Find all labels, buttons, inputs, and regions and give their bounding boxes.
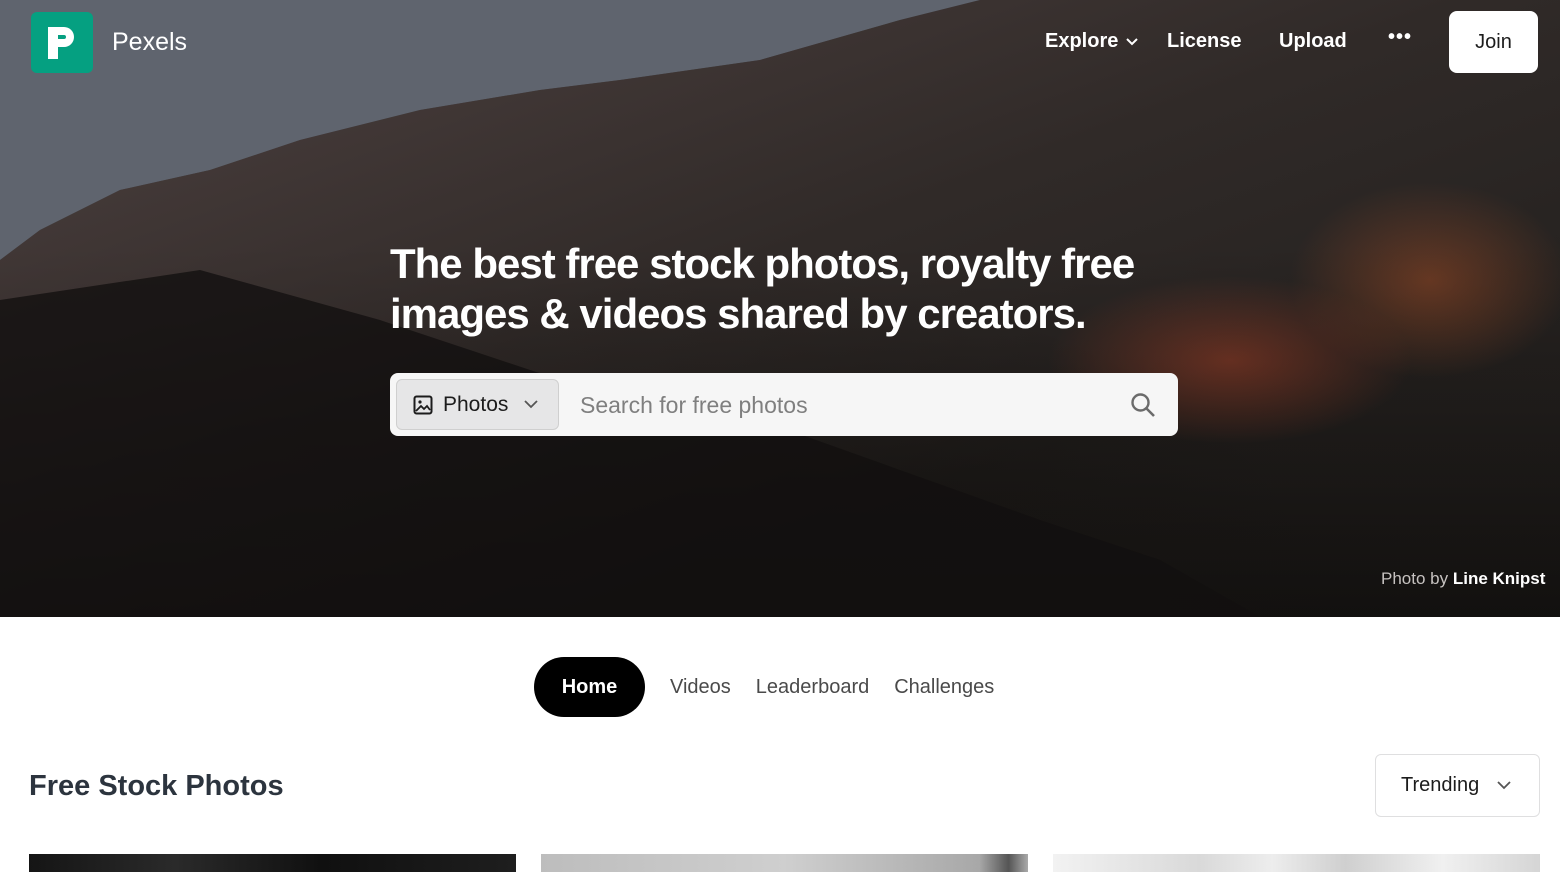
join-button[interactable]: Join	[1449, 11, 1538, 73]
photo-card[interactable]	[541, 854, 1028, 872]
more-options-icon[interactable]: •••	[1388, 26, 1412, 49]
nav-explore-label: Explore	[1045, 30, 1119, 52]
chevron-down-icon	[1497, 781, 1511, 790]
search-input[interactable]	[580, 385, 1100, 425]
section-title: Free Stock Photos	[29, 770, 284, 802]
nav-upload[interactable]: Upload	[1279, 30, 1347, 53]
tab-leaderboard[interactable]: Leaderboard	[756, 676, 869, 699]
nav-explore[interactable]: Explore	[1045, 30, 1139, 53]
content-tabs: Home Videos Leaderboard Challenges	[534, 657, 1019, 717]
nav-license[interactable]: License	[1167, 30, 1241, 53]
sort-label: Trending	[1401, 774, 1480, 796]
photo-credit[interactable]: Photo by Line Knipst	[1381, 569, 1545, 589]
search-type-label: Photos	[443, 392, 509, 416]
image-icon	[413, 395, 433, 414]
tab-videos[interactable]: Videos	[670, 676, 731, 699]
hero-headline-line-2: images & videos shared by creators.	[390, 290, 1087, 337]
hero-headline: The best free stock photos, royalty free…	[390, 239, 1190, 339]
search-icon[interactable]	[1130, 392, 1156, 418]
tab-challenges[interactable]: Challenges	[894, 676, 994, 699]
photo-card[interactable]	[1053, 854, 1540, 872]
brand-name[interactable]: Pexels	[112, 28, 187, 57]
pexels-logo-icon	[48, 26, 74, 59]
tab-home[interactable]: Home	[534, 657, 645, 717]
photo-card[interactable]	[29, 854, 516, 872]
sort-dropdown[interactable]: Trending	[1375, 754, 1540, 817]
hero-banner: Pexels Explore License Upload ••• Join T…	[0, 0, 1560, 617]
photo-credit-author[interactable]: Line Knipst	[1453, 569, 1546, 588]
chevron-down-icon	[524, 400, 539, 409]
hero-headline-line-1: The best free stock photos, royalty free	[390, 240, 1135, 287]
chevron-down-icon	[1126, 37, 1139, 45]
pexels-logo[interactable]	[31, 12, 93, 73]
top-navigation: Pexels Explore License Upload ••• Join	[0, 0, 1560, 86]
search-bar: Photos	[390, 373, 1178, 436]
search-type-dropdown[interactable]: Photos	[396, 379, 559, 430]
photo-credit-prefix: Photo by	[1381, 569, 1449, 588]
